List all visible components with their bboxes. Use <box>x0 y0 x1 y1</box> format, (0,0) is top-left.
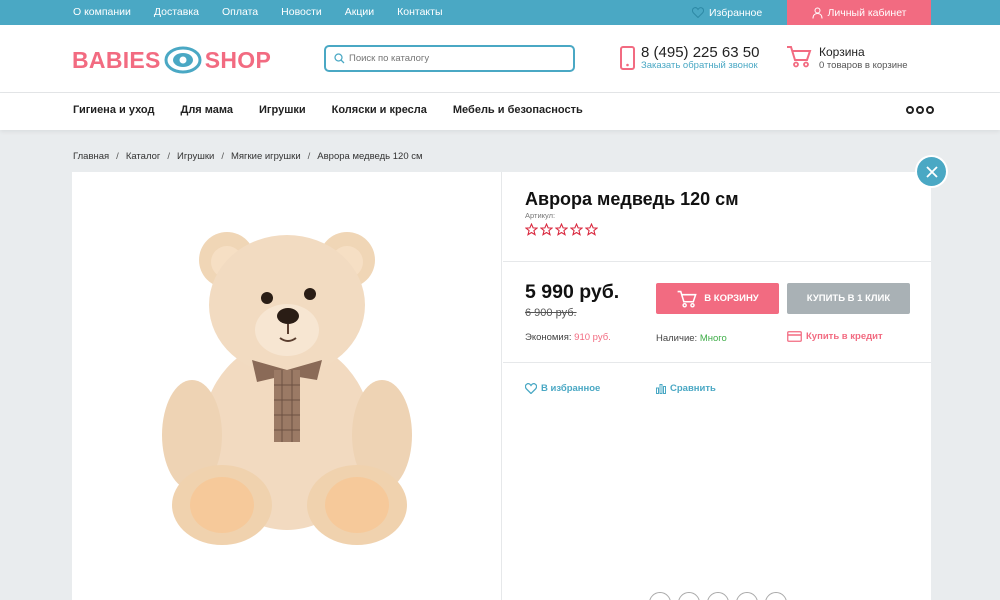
cart-title[interactable]: Корзина <box>819 45 865 59</box>
search-icon <box>334 53 345 64</box>
category-furniture[interactable]: Мебель и безопасность <box>453 93 583 127</box>
breadcrumb-toys[interactable]: Игрушки <box>177 151 214 162</box>
product-image[interactable] <box>142 220 432 550</box>
share-buttons <box>649 592 794 600</box>
cart-summary: 0 товаров в корзине <box>819 60 908 71</box>
share-button[interactable] <box>736 592 758 600</box>
top-nav-promotions[interactable]: Акции <box>345 0 374 25</box>
availability-label: Наличие: <box>656 333 698 344</box>
breadcrumb-soft-toys[interactable]: Мягкие игрушки <box>231 151 301 162</box>
star-icon[interactable] <box>570 223 583 236</box>
category-nav: Гигиена и уход Для мама Игрушки Коляски … <box>0 93 1000 130</box>
breadcrumb-current: Аврора медведь 120 см <box>317 151 423 162</box>
compare-icon <box>656 384 666 394</box>
top-nav-about[interactable]: О компании <box>73 0 131 25</box>
product-info: Аврора медведь 120 см Артикул: 5 990 руб… <box>503 172 931 600</box>
divider <box>503 261 931 262</box>
sku-label: Артикул: <box>525 211 556 220</box>
breadcrumb-home[interactable]: Главная <box>73 151 109 162</box>
close-button[interactable] <box>917 157 946 186</box>
star-icon[interactable] <box>525 223 538 236</box>
close-icon <box>925 165 938 178</box>
share-button[interactable] <box>765 592 787 600</box>
old-price: 6 900 руб. <box>525 307 577 319</box>
product-card: Аврора медведь 120 см Артикул: 5 990 руб… <box>72 172 931 600</box>
compare-link-label: Сравнить <box>670 383 716 394</box>
category-toys[interactable]: Игрушки <box>259 93 306 127</box>
product-title: Аврора медведь 120 см <box>525 189 739 209</box>
logo-text-left: BABIES <box>72 46 161 73</box>
callback-link[interactable]: Заказать обратный звонок <box>641 60 758 71</box>
top-nav-payment[interactable]: Оплата <box>222 0 258 25</box>
breadcrumb-catalog[interactable]: Каталог <box>126 151 161 162</box>
add-to-favorites-link[interactable]: В избранное <box>525 383 600 394</box>
user-icon <box>812 7 822 19</box>
share-button[interactable] <box>707 592 729 600</box>
cabinet-label: Личный кабинет <box>827 6 907 19</box>
pacifier-logo-icon <box>164 46 202 74</box>
top-nav-news[interactable]: Новости <box>281 0 322 25</box>
top-nav-contacts[interactable]: Контакты <box>397 0 442 25</box>
compare-link[interactable]: Сравнить <box>656 383 716 394</box>
more-icon[interactable] <box>906 106 936 114</box>
cart-icon[interactable] <box>786 45 812 68</box>
rating-stars[interactable] <box>525 223 600 236</box>
site-header: BABIES SHOP 8 (495) 225 63 50 Заказать о… <box>0 25 1000 93</box>
economy-label: Экономия: <box>525 332 572 343</box>
credit-card-icon <box>787 331 802 342</box>
availability-value: Много <box>699 333 727 344</box>
breadcrumb: Главная / Каталог / Игрушки / Мягкие игрушк… <box>73 151 423 162</box>
product-image-area <box>72 172 502 600</box>
top-nav: О компании Доставка Оплата Новости Акции… <box>73 0 466 25</box>
buy-one-click-button[interactable]: КУПИТЬ В 1 КЛИК <box>787 283 910 314</box>
heart-icon <box>692 7 704 18</box>
phone-number[interactable]: 8 (495) 225 63 50 <box>641 44 759 61</box>
heart-icon <box>525 383 537 394</box>
category-for-mom[interactable]: Для мама <box>180 93 233 127</box>
favorites-label: Избранное <box>709 6 763 19</box>
favorites-link[interactable]: Избранное <box>692 0 762 25</box>
economy-value: 910 руб. <box>574 332 611 343</box>
logo[interactable]: BABIES SHOP <box>72 43 271 77</box>
category-hygiene[interactable]: Гигиена и уход <box>73 93 154 127</box>
share-button[interactable] <box>678 592 700 600</box>
divider <box>503 362 931 363</box>
search-input[interactable] <box>349 53 569 64</box>
favorites-link-label: В избранное <box>541 383 601 394</box>
search-box[interactable] <box>324 45 575 72</box>
price: 5 990 руб. <box>525 281 620 303</box>
availability: Наличие: Много <box>656 333 727 344</box>
category-items: Гигиена и уход Для мама Игрушки Коляски … <box>73 93 609 127</box>
top-bar: О компании Доставка Оплата Новости Акции… <box>0 0 1000 25</box>
economy: Экономия: 910 руб. <box>525 332 611 343</box>
star-icon[interactable] <box>585 223 598 236</box>
star-icon[interactable] <box>540 223 553 236</box>
phone-icon <box>620 46 635 70</box>
top-nav-delivery[interactable]: Доставка <box>154 0 199 25</box>
cart-icon <box>677 290 697 308</box>
add-to-cart-label: В КОРЗИНУ <box>704 293 759 304</box>
star-icon[interactable] <box>555 223 568 236</box>
add-to-cart-button[interactable]: В КОРЗИНУ <box>656 283 779 314</box>
buy-on-credit-link[interactable]: Купить в кредит <box>787 331 883 342</box>
logo-text-right: SHOP <box>204 46 272 73</box>
credit-label: Купить в кредит <box>806 331 883 342</box>
category-strollers[interactable]: Коляски и кресла <box>332 93 427 127</box>
personal-cabinet-button[interactable]: Личный кабинет <box>787 0 931 25</box>
share-button[interactable] <box>649 592 671 600</box>
